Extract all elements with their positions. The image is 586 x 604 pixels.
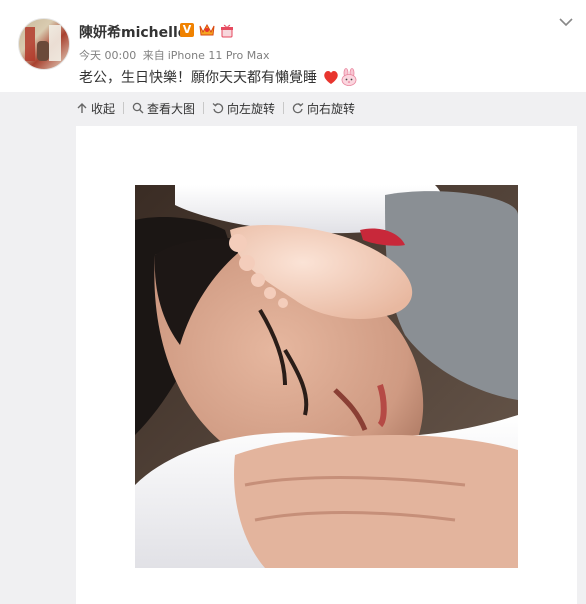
- rotate-left-icon: [212, 103, 224, 114]
- post-text: 老公，生日快樂！願你天天都有懶覺睡: [79, 67, 358, 87]
- view-large-button[interactable]: 查看大图: [132, 100, 195, 117]
- bunny-emoji-icon: [342, 68, 357, 86]
- post-meta: 今天 00:00 来自 iPhone 11 Pro Max: [79, 47, 273, 63]
- crown-icon: [199, 23, 215, 36]
- image-panel: [76, 126, 577, 604]
- media-area: 收起 查看大图 向左旋转 向右旋转: [0, 92, 586, 604]
- search-icon: [132, 102, 144, 114]
- toolbar-divider: [283, 102, 285, 114]
- photo-illustration: [135, 185, 518, 568]
- post-text-content: 老公，生日快樂！願你天天都有懶覺睡: [79, 70, 317, 86]
- post-time[interactable]: 今天 00:00: [79, 49, 136, 62]
- avatar[interactable]: [18, 18, 70, 70]
- chevron-down-icon[interactable]: [558, 16, 574, 28]
- user-name[interactable]: 陳妍希michelle: [79, 22, 187, 42]
- media-toolbar: 收起 查看大图 向左旋转 向右旋转: [76, 96, 355, 120]
- rotate-right-icon: [292, 103, 304, 114]
- rotate-left-button[interactable]: 向左旋转: [212, 100, 275, 117]
- rotate-left-label: 向左旋转: [227, 101, 276, 116]
- toolbar-divider: [203, 102, 205, 114]
- collapse-arrow-icon: [77, 103, 87, 113]
- post-header: 陳妍希michelle V 今天 00:00 来自 iPhone 11 Pro M…: [0, 0, 586, 92]
- gift-icon: [221, 24, 233, 38]
- collapse-label: 收起: [91, 101, 116, 116]
- post-photo[interactable]: [135, 185, 518, 568]
- collapse-button[interactable]: 收起: [76, 100, 115, 117]
- verified-badge: V: [180, 23, 194, 37]
- source-prefix: 来自: [142, 49, 165, 62]
- rotate-right-label: 向右旋转: [307, 101, 356, 116]
- rotate-right-button[interactable]: 向右旋转: [292, 100, 355, 117]
- heart-icon: [324, 71, 339, 84]
- source-device[interactable]: iPhone 11 Pro Max: [168, 49, 270, 62]
- view-large-label: 查看大图: [147, 101, 196, 116]
- toolbar-divider: [123, 102, 125, 114]
